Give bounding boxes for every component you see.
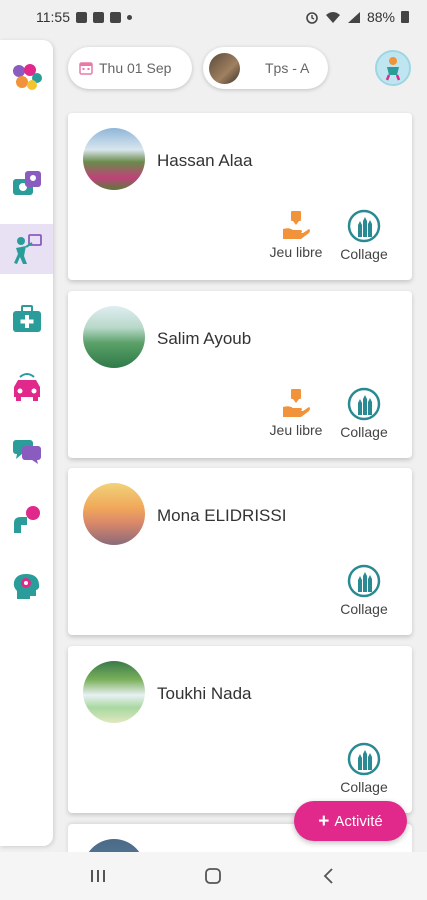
activity-collage[interactable]: Collage [333, 742, 395, 795]
app-notification-icon [93, 11, 104, 23]
jeu-libre-icon [283, 389, 310, 417]
battery-icon [401, 11, 409, 23]
home-button[interactable] [193, 856, 233, 896]
nav-first-aid[interactable] [0, 294, 53, 344]
jeu-libre-icon [283, 211, 310, 239]
nav-messages[interactable] [0, 426, 53, 476]
signal-icon [347, 11, 360, 23]
nav-transport[interactable] [0, 362, 53, 412]
app-logo[interactable] [0, 52, 53, 102]
gallery-notification-icon [76, 11, 87, 23]
activity-label: Jeu libre [269, 422, 323, 438]
user-avatar[interactable] [375, 50, 411, 86]
status-bar: 11:55 88% [0, 0, 427, 34]
recent-apps-button[interactable] [78, 856, 118, 896]
child-avatar [83, 661, 145, 723]
activity-collage[interactable]: Collage [333, 564, 395, 617]
date-selector[interactable]: Thu 01 Sep [68, 47, 192, 89]
plus-icon: + [318, 810, 330, 832]
battery-percent: 88% [366, 9, 395, 25]
user-avatar-icon [385, 57, 401, 81]
child-avatar [83, 128, 145, 190]
messages-icon [12, 440, 41, 464]
back-button[interactable] [309, 856, 349, 896]
child-avatar [83, 306, 145, 368]
activity-label: Collage [340, 246, 388, 262]
activity-label: Collage [340, 779, 388, 795]
status-left: 11:55 [36, 9, 132, 25]
participation-icon [13, 506, 40, 533]
child-name: Toukhi Nada [157, 684, 252, 703]
child-name: Salim Ayoub [157, 329, 252, 348]
chat-notification-icon [110, 11, 121, 23]
child-avatar [83, 483, 145, 545]
activity-label: Collage [340, 424, 388, 440]
nav-development[interactable] [0, 562, 53, 612]
back-icon [323, 868, 333, 884]
calendar-icon [79, 62, 93, 75]
collage-icon [347, 387, 381, 421]
activity-jeu-libre[interactable]: Jeu libre [265, 209, 327, 260]
child-name: Mona ELIDRISSI [157, 506, 287, 525]
transport-icon [13, 373, 40, 401]
class-label: Tps - A [265, 60, 310, 76]
activity-jeu-libre[interactable]: Jeu libre [265, 387, 327, 438]
nav-activities[interactable] [0, 224, 53, 274]
first-aid-icon [12, 305, 41, 332]
collage-icon [347, 564, 381, 598]
activity-collage[interactable]: Collage [333, 387, 395, 440]
status-right: 88% [305, 9, 409, 25]
photos-icon [12, 171, 41, 195]
status-time: 11:55 [36, 9, 70, 25]
child-name: Hassan Alaa [157, 151, 253, 170]
child-card[interactable]: Mona ELIDRISSI Collage [68, 468, 412, 635]
child-card[interactable]: Hassan Alaa Jeu libre Collage [68, 113, 412, 280]
class-selector[interactable]: Tps - A [203, 47, 328, 89]
recent-apps-icon [90, 870, 105, 882]
activity-icon [13, 234, 42, 264]
home-icon [205, 868, 222, 884]
wifi-icon [325, 11, 340, 23]
add-activity-button[interactable]: + Activité [294, 801, 407, 841]
activity-collage[interactable]: Collage [333, 209, 395, 262]
nav-photos[interactable] [0, 159, 53, 209]
logo-icon [12, 64, 42, 90]
child-card[interactable]: Toukhi Nada Collage [68, 646, 412, 813]
add-activity-label: Activité [334, 812, 383, 830]
activity-label: Jeu libre [269, 244, 323, 260]
collage-icon [347, 209, 381, 243]
activity-label: Collage [340, 601, 388, 617]
more-notifications-icon [127, 14, 132, 20]
brain-icon [13, 574, 39, 599]
class-avatar [209, 52, 240, 84]
nav-participation[interactable] [0, 494, 53, 544]
collage-icon [347, 742, 381, 776]
alarm-icon [306, 12, 318, 24]
date-label: Thu 01 Sep [99, 60, 172, 76]
side-navigation [0, 40, 53, 846]
system-navigation-bar [0, 852, 427, 900]
child-card[interactable]: Salim Ayoub Jeu libre Collage [68, 291, 412, 458]
